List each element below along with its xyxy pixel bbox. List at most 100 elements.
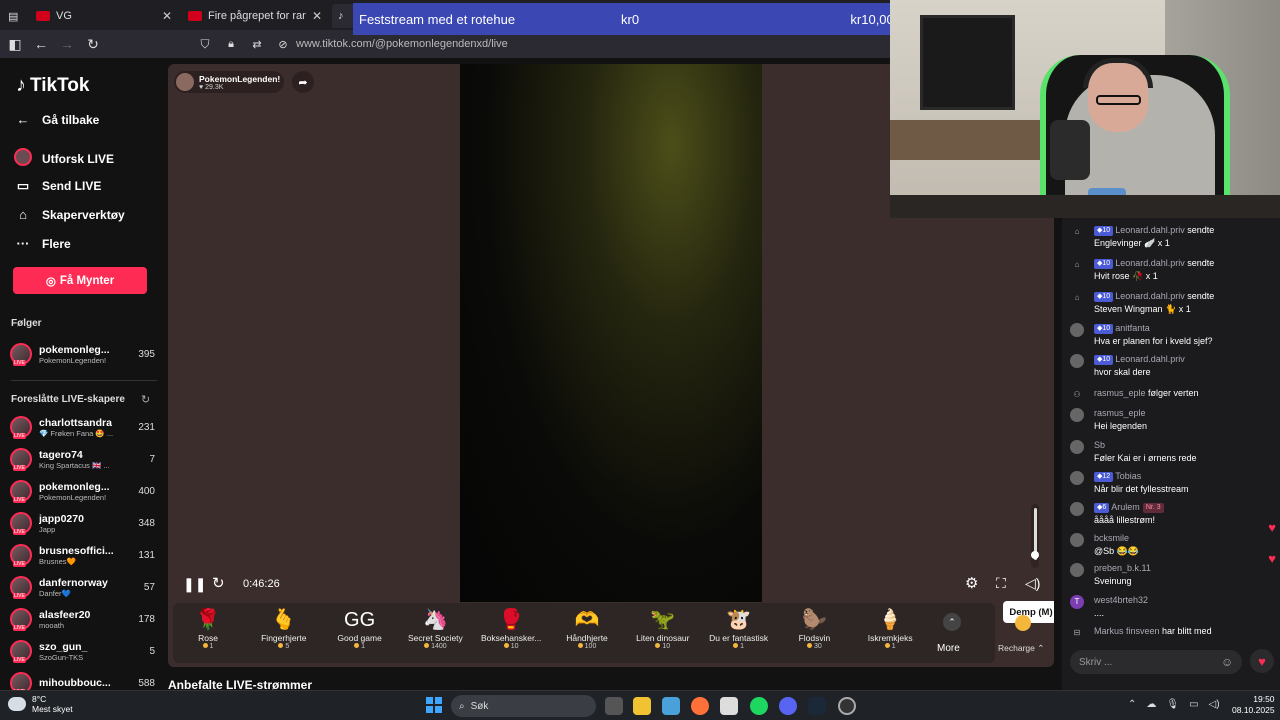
chat-username[interactable]: Markus finsveen — [1094, 626, 1160, 636]
chat-message[interactable]: bcksmile @Sb 😂😂 ♥ — [1070, 521, 1276, 557]
network-icon[interactable]: ▭ — [1189, 699, 1198, 710]
chat-message[interactable]: ◆6 Arulem Nr. 3 åååå lillestrøm! — [1070, 501, 1272, 526]
gift-item[interactable]: 🦖 Liten dinosaur 10 — [627, 607, 699, 661]
following-item[interactable]: LIVE pokemonleg... PokemonLegenden! 395 — [10, 339, 155, 369]
emoji-icon[interactable]: ☺ — [1221, 655, 1233, 669]
onedrive-icon[interactable]: ☁ — [1146, 699, 1156, 710]
gift-item[interactable]: 🫶 Håndhjerte 100 — [551, 607, 623, 661]
chat-message[interactable]: ◆12 Tobias Når blir det fyllesstream — [1070, 470, 1272, 495]
gift-more-button[interactable]: More — [937, 643, 960, 654]
chat-username[interactable]: rasmus_eple — [1094, 388, 1146, 398]
chat-username[interactable]: Leonard.dahl.priv — [1115, 354, 1185, 364]
gift-item[interactable]: GG Good game 1 — [324, 607, 396, 661]
chat-username[interactable]: Leonard.dahl.priv — [1115, 291, 1185, 301]
obs-icon[interactable] — [838, 697, 856, 715]
chat-message[interactable]: Twest4brteh32.... — [1070, 594, 1272, 619]
chat-message[interactable]: preben_b.k.11 Sveinung ♥ — [1070, 552, 1276, 587]
chat-username[interactable]: anitfanta — [1115, 323, 1150, 333]
chat-message[interactable]: ⚇ rasmus_eple følger verten — [1070, 387, 1272, 400]
back-button[interactable]: ← — [30, 33, 52, 55]
chat-message[interactable]: rasmus_eple Hei legenden — [1070, 407, 1272, 432]
suggested-creator[interactable]: LIVE alasfeer20 mooath 178 — [10, 604, 155, 634]
chat-username[interactable]: Leonard.dahl.priv — [1115, 258, 1185, 268]
tab-news[interactable]: Fire pågrepet for ran i Kristians... ✕ — [182, 4, 328, 28]
chat-message[interactable]: ⌂ ◆10 Leonard.dahl.priv sendte Steven Wingm… — [1070, 290, 1272, 315]
suggested-creator[interactable]: LIVE pokemonleg... PokemonLegenden! 400 — [10, 476, 155, 506]
mute-tab-icon[interactable]: ⊘ — [272, 33, 294, 55]
chat-message[interactable]: ⌂ ◆10 Leonard.dahl.priv sendte Hvit rose 🥀 … — [1070, 257, 1272, 282]
photos-icon[interactable] — [662, 697, 680, 715]
chevron-up-icon[interactable]: ⌃ — [943, 613, 961, 631]
volume-icon[interactable]: ◁) — [1025, 575, 1040, 592]
discord-icon[interactable] — [779, 697, 797, 715]
chat-username[interactable]: Leonard.dahl.priv — [1115, 225, 1185, 235]
nav-send-live[interactable]: ▭ Send LIVE — [14, 178, 102, 194]
permissions-icon[interactable]: ⇄ — [246, 33, 268, 55]
sidebar-toggle-icon[interactable]: ◧ — [4, 33, 26, 55]
gift-item[interactable]: 🦫 Flodsvin 30 — [778, 607, 850, 661]
chat-username[interactable]: west4brteh32 — [1094, 595, 1148, 605]
speaker-icon[interactable]: ◁) — [1209, 699, 1220, 710]
suggested-creator[interactable]: LIVE brusnesoffici... Brusnes🧡 131 — [10, 540, 155, 570]
gift-item[interactable]: 🦄 Secret Society 1400 — [399, 607, 471, 661]
suggested-creator[interactable]: LIVE mihoubbouc... 588 — [10, 668, 155, 690]
chevron-up-icon[interactable]: ⌃ — [1128, 699, 1136, 710]
suggested-creator[interactable]: LIVE szo_gun_ SzoGun-TKS 5 — [10, 636, 155, 666]
gift-item[interactable]: 🌹 Rose 1 — [172, 607, 244, 661]
gift-item[interactable]: 🥊 Boksehansker... 10 — [475, 607, 547, 661]
close-tab-icon[interactable]: ✕ — [162, 9, 172, 23]
chat-username[interactable]: rasmus_eple — [1094, 408, 1146, 418]
suggested-creator[interactable]: LIVE japp0270 Japp 348 — [10, 508, 155, 538]
nav-creator-tools[interactable]: ⌂ Skaperverktøy — [14, 207, 125, 222]
taskbar-clock[interactable]: 19:50 08.10.2025 — [1232, 694, 1275, 716]
nav-more[interactable]: ··· Flere — [14, 236, 71, 251]
host-pill[interactable]: PokemonLegenden! ♥ 29.3K — [174, 71, 284, 93]
volume-handle[interactable] — [1031, 550, 1039, 559]
gift-item[interactable]: 🫰 Fingerhjerte 5 — [248, 607, 320, 661]
refresh-stream-icon[interactable]: ↻ — [212, 574, 225, 592]
chat-username[interactable]: Tobias — [1115, 471, 1141, 481]
chat-input[interactable]: Skriv ... — [1070, 650, 1242, 674]
share-icon[interactable]: ➦ — [292, 71, 314, 93]
settings-gear-icon[interactable]: ⚙ — [965, 574, 978, 592]
fullscreen-icon[interactable]: ⛶ — [996, 575, 1006, 592]
chat-username[interactable]: Sb — [1094, 440, 1105, 450]
tab-overview-icon[interactable]: ▤ — [2, 4, 22, 28]
gift-item[interactable]: 🐮 Du er fantastisk 1 — [703, 607, 775, 661]
recharge-button[interactable]: Recharge ⌃ — [995, 605, 1050, 661]
heart-icon[interactable]: ♥ — [1250, 649, 1274, 673]
file-explorer-icon[interactable] — [633, 697, 651, 715]
video-stream[interactable] — [460, 64, 762, 602]
chat-message[interactable]: ◆10 anitfanta Hva er planen for i kveld sj… — [1070, 322, 1272, 347]
tiktok-logo[interactable]: ♪ TikTok — [16, 74, 89, 97]
chat-message[interactable]: ◆10 Leonard.dahl.priv hvor skal dere — [1070, 353, 1272, 378]
tab-vg[interactable]: VG ✕ — [30, 4, 178, 28]
suggested-creator[interactable]: LIVE tagero74 King Spartacus 🇬🇧 ... 7 — [10, 444, 155, 474]
close-tab-icon[interactable]: ✕ — [312, 9, 322, 23]
refresh-icon[interactable]: ↻ — [141, 393, 150, 406]
shield-icon[interactable]: ⛉ — [194, 33, 216, 55]
address-bar[interactable]: www.tiktok.com/@pokemonlegendenxd/live — [296, 38, 508, 50]
mic-icon[interactable]: 🎙︎ — [1166, 699, 1179, 710]
chat-message[interactable]: Sb Føler Kai er i ørnens rede — [1070, 439, 1272, 464]
chat-message[interactable]: ⊟ Markus finsveen har blitt med — [1070, 625, 1272, 638]
gift-item[interactable]: 🍦 Iskremkjeks 1 — [854, 607, 926, 661]
chat-message[interactable]: ⌂ ◆10 Leonard.dahl.priv sendte Englevinger … — [1070, 224, 1272, 249]
chat-username[interactable]: Arulem — [1111, 502, 1140, 512]
get-coins-button[interactable]: ◎ Få Mynter — [13, 267, 147, 294]
taskbar-search[interactable]: ⌕ Søk — [451, 695, 596, 717]
nav-explore-live[interactable]: Utforsk LIVE — [14, 148, 114, 169]
firefox-icon[interactable] — [691, 697, 709, 715]
forward-button[interactable]: → — [56, 33, 78, 55]
lock-icon[interactable]: 🔒︎ — [220, 33, 242, 55]
chat-username[interactable]: bcksmile — [1094, 533, 1129, 543]
nav-back[interactable]: ← Gå tilbake — [14, 112, 100, 127]
steam-icon[interactable] — [808, 697, 826, 715]
pause-icon[interactable]: ❚❚ — [183, 576, 206, 593]
task-view-icon[interactable] — [605, 697, 623, 715]
windows-start-icon[interactable] — [426, 697, 442, 713]
chat-username[interactable]: preben_b.k.11 — [1094, 563, 1151, 573]
suggested-creator[interactable]: LIVE danfernorway Danfer💙 57 — [10, 572, 155, 602]
suggested-creator[interactable]: LIVE charlottsandra 💎 Frøken Fana 🤩 ... 231 — [10, 412, 155, 442]
reload-button[interactable]: ↻ — [82, 33, 104, 55]
